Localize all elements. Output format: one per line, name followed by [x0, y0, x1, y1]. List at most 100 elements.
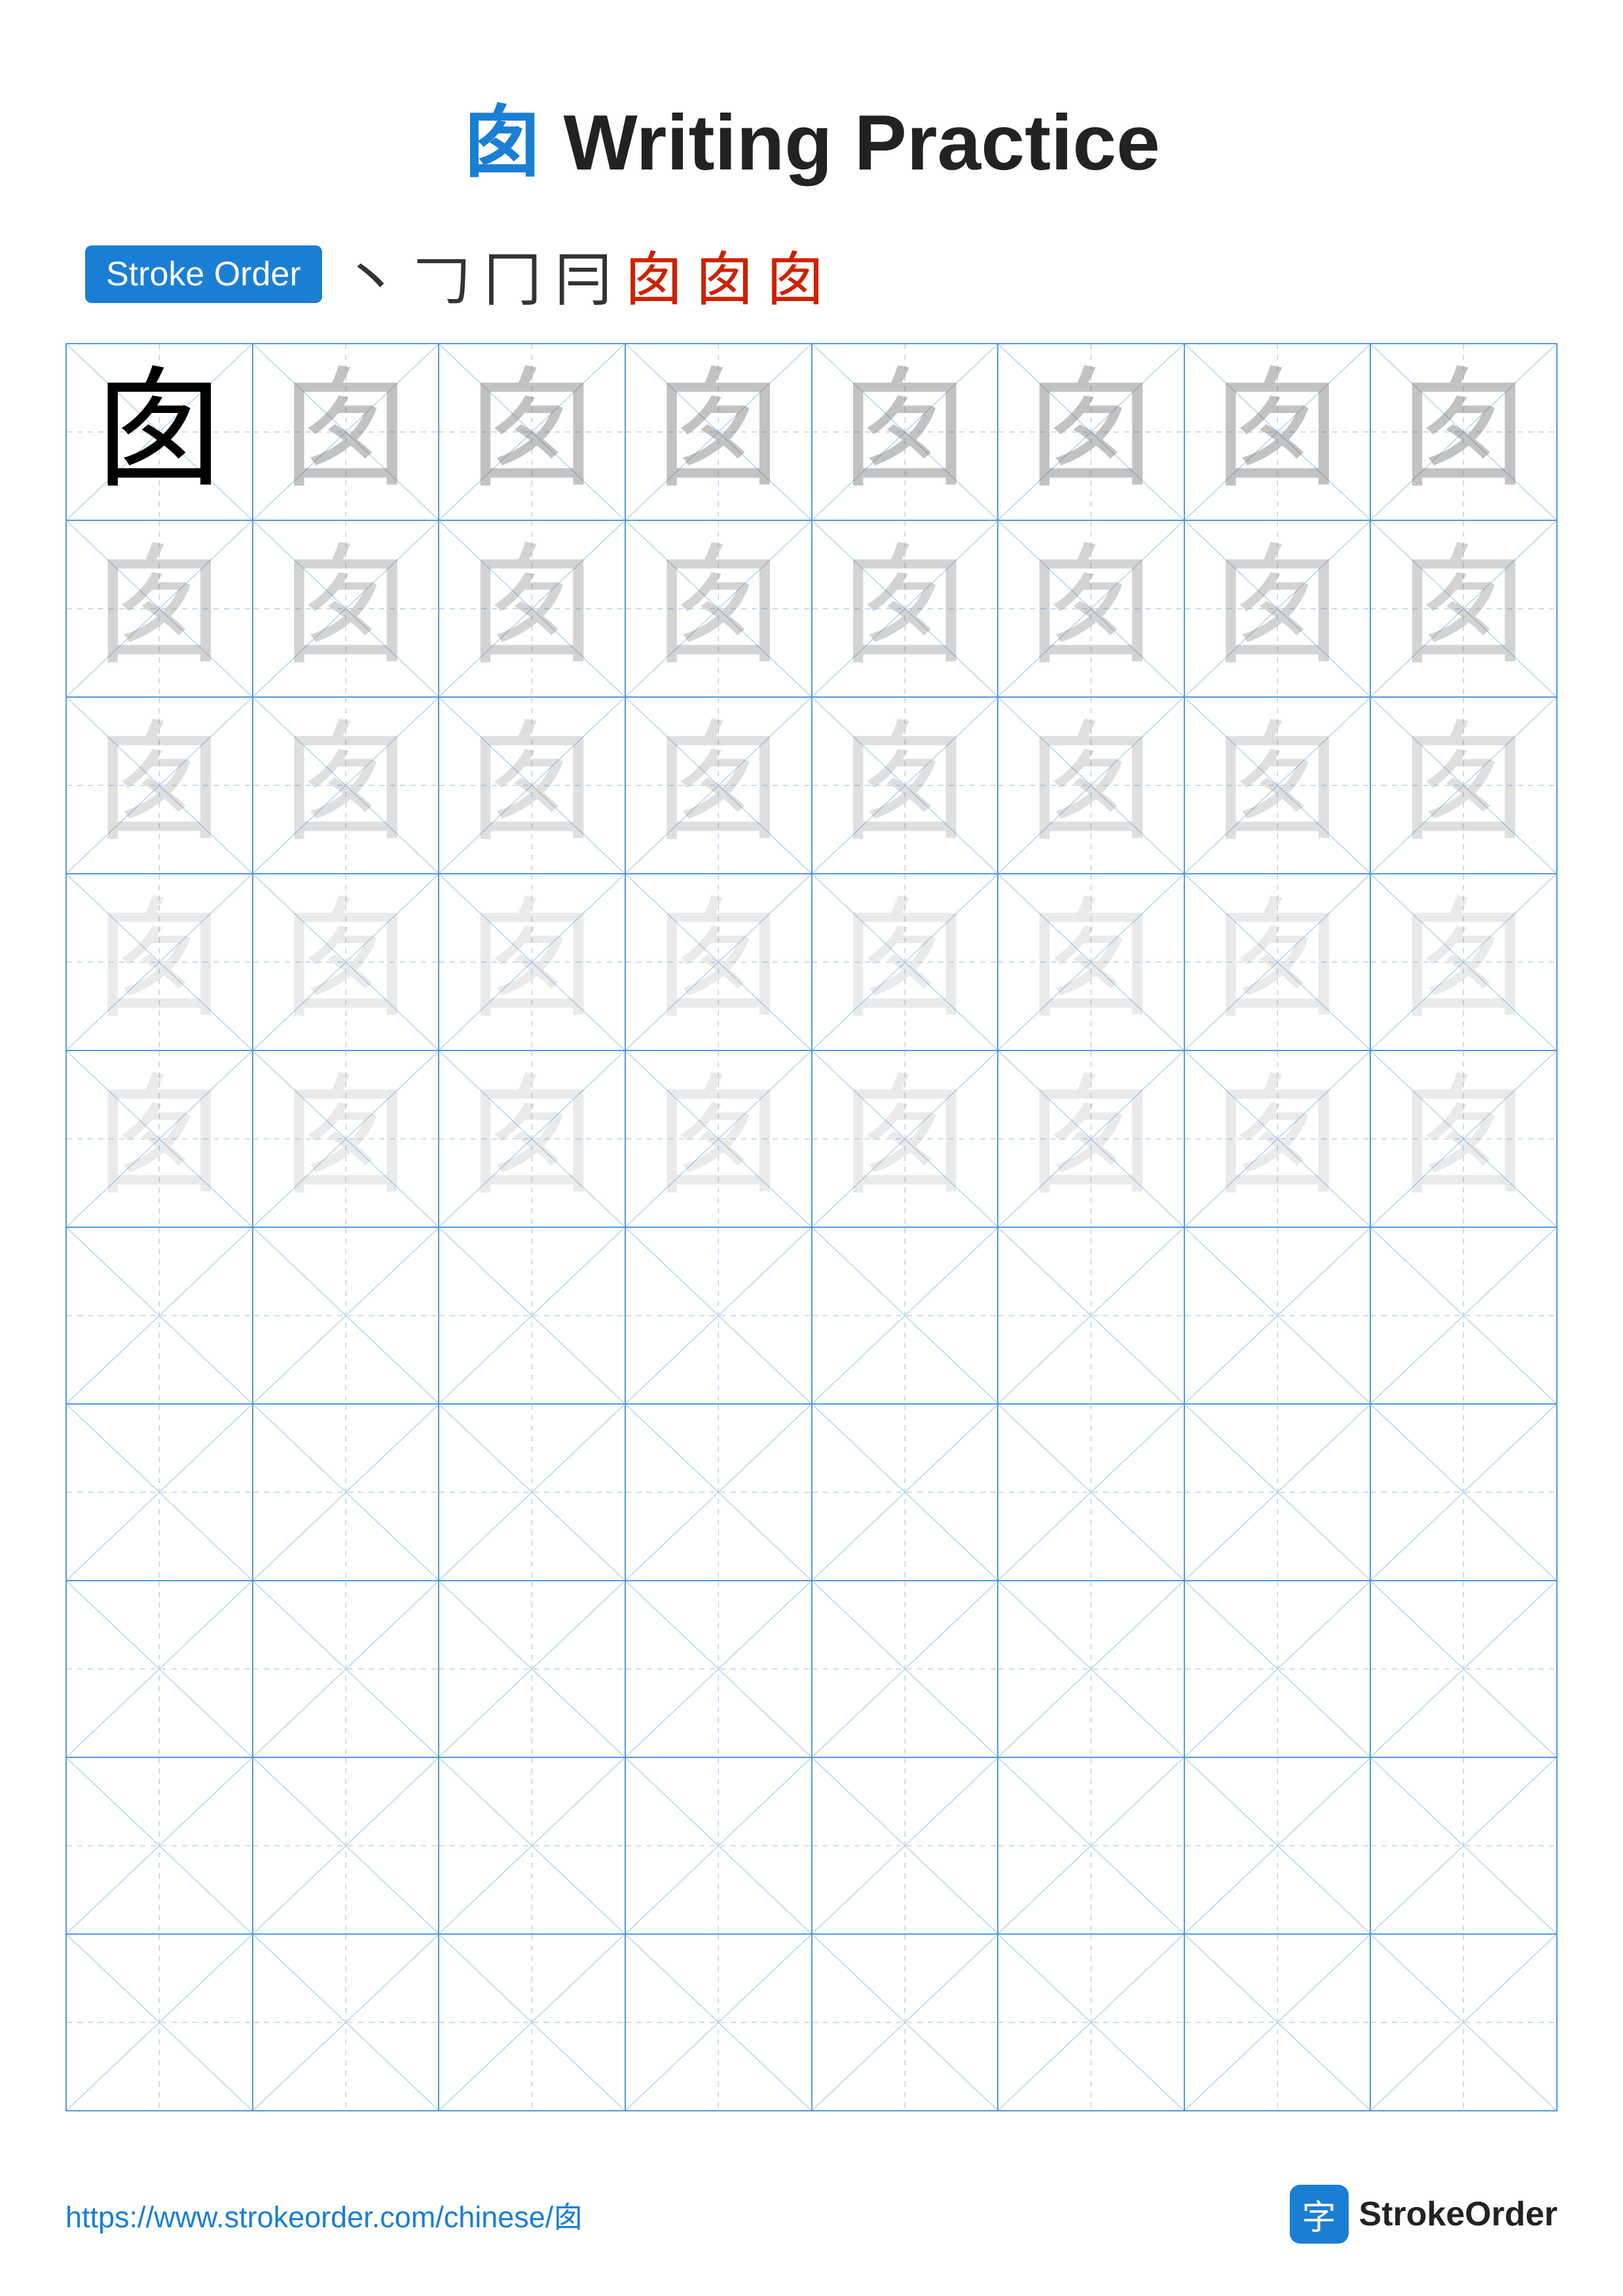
stroke-5: 囱 [625, 232, 684, 317]
grid-cell [1370, 1934, 1557, 2111]
grid-cell: 囱 [1184, 520, 1371, 697]
practice-char: 囱 [839, 1073, 970, 1204]
grid-cell [812, 1757, 998, 1934]
grid-cell: 囱 [625, 697, 812, 874]
grid-cell [439, 1227, 625, 1404]
grid-cell [625, 1404, 812, 1581]
practice-char: 囱 [1212, 720, 1343, 851]
practice-char: 囱 [280, 367, 411, 497]
grid-cell [1370, 1581, 1557, 1757]
grid-cell: 囱 [1370, 520, 1557, 697]
grid-cell [253, 1934, 439, 2111]
grid-cell [1184, 1934, 1371, 2111]
grid-cell: 囱 [439, 520, 625, 697]
practice-char: 囱 [1398, 897, 1529, 1028]
grid-cell [998, 1757, 1184, 1934]
title-text: Writing Practice [563, 99, 1159, 187]
practice-char: 囱 [1212, 543, 1343, 674]
grid-cell: 囱 [812, 520, 998, 697]
practice-char: 囱 [1025, 897, 1156, 1028]
grid-cell [1184, 1404, 1371, 1581]
stroke-3: 冂 [483, 232, 542, 317]
stroke-order-row: Stroke Order 丶 𠃌 冂 冃 囱 囱 囱 [85, 232, 1558, 317]
grid-cell [253, 1404, 439, 1581]
grid-cell: 囱 [625, 1050, 812, 1227]
grid-cell [998, 1934, 1184, 2111]
practice-char: 囱 [467, 897, 598, 1028]
stroke-1: 丶 [342, 232, 401, 317]
page-title: 囱 Writing Practice [65, 79, 1558, 192]
practice-char: 囱 [94, 897, 225, 1028]
grid-cell [1184, 1757, 1371, 1934]
grid-cell [812, 1934, 998, 2111]
grid-cell: 囱 [1370, 344, 1557, 520]
grid-cell [1370, 1404, 1557, 1581]
practice-char: 囱 [1212, 367, 1343, 497]
grid-cell [812, 1227, 998, 1404]
grid-cell: 囱 [998, 344, 1184, 520]
page: 囱 Writing Practice Stroke Order 丶 𠃌 冂 冃 … [0, 0, 1623, 2296]
grid-cell: 囱 [439, 344, 625, 520]
practice-char: 囱 [653, 720, 784, 851]
grid-cell [253, 1757, 439, 1934]
grid-cell: 囱 [1184, 344, 1371, 520]
grid-cell [66, 1757, 253, 1934]
practice-char: 囱 [1398, 543, 1529, 674]
practice-char: 囱 [467, 367, 598, 497]
grid-cell: 囱 [439, 697, 625, 874]
grid-cell: 囱 [253, 874, 439, 1050]
grid-cell [998, 1581, 1184, 1757]
grid-cell [625, 1934, 812, 2111]
grid-cell: 囱 [998, 1050, 1184, 1227]
grid-cell: 囱 [1184, 874, 1371, 1050]
grid-cell [253, 1227, 439, 1404]
grid-cell: 囱 [625, 344, 812, 520]
grid-cell: 囱 [998, 520, 1184, 697]
grid-cell: 囱 [1370, 1050, 1557, 1227]
grid-cell: 囱 [66, 1050, 253, 1227]
grid-cell [998, 1227, 1184, 1404]
grid-cell: 囱 [812, 1050, 998, 1227]
practice-char: 囱 [839, 543, 970, 674]
grid-cell: 囱 [66, 344, 253, 520]
footer-logo: 字 StrokeOrder [1290, 2185, 1558, 2244]
grid-cell: 囱 [439, 874, 625, 1050]
grid-cell: 囱 [66, 874, 253, 1050]
grid-cell [812, 1404, 998, 1581]
grid-cell [66, 1934, 253, 2111]
grid-cell [1370, 1227, 1557, 1404]
grid-cell: 囱 [1370, 874, 1557, 1050]
grid-cell [253, 1581, 439, 1757]
stroke-4: 冃 [554, 232, 613, 317]
grid-cell [66, 1404, 253, 1581]
footer-logo-text: StrokeOrder [1359, 2195, 1558, 2234]
grid-cell [812, 1581, 998, 1757]
grid-cell: 囱 [812, 697, 998, 874]
grid-cell [439, 1404, 625, 1581]
grid-cell: 囱 [812, 874, 998, 1050]
title-char: 囱 [463, 99, 541, 187]
practice-char: 囱 [280, 543, 411, 674]
grid-cell [1184, 1581, 1371, 1757]
grid-cell [66, 1581, 253, 1757]
grid-cell [998, 1404, 1184, 1581]
practice-char: 囱 [94, 720, 225, 851]
grid-cell: 囱 [998, 874, 1184, 1050]
grid-cell [1370, 1757, 1557, 1934]
practice-char: 囱 [1398, 1073, 1529, 1204]
grid-cell [66, 1227, 253, 1404]
practice-char: 囱 [1025, 367, 1156, 497]
grid-cell: 囱 [253, 520, 439, 697]
practice-char: 囱 [839, 367, 970, 497]
grid-cell: 囱 [1184, 1050, 1371, 1227]
footer: https://www.strokeorder.com/chinese/囱 字 … [65, 2185, 1558, 2244]
grid-cell [625, 1757, 812, 1934]
grid-cell [439, 1581, 625, 1757]
practice-char: 囱 [467, 1073, 598, 1204]
grid-cell: 囱 [625, 520, 812, 697]
grid-cell: 囱 [253, 697, 439, 874]
grid-cell: 囱 [812, 344, 998, 520]
practice-table: 囱囱囱囱囱囱囱囱囱囱囱囱囱囱囱囱囱囱囱囱囱囱囱囱囱囱囱囱囱囱囱囱囱囱囱囱囱囱囱囱 [65, 343, 1558, 2111]
grid-cell: 囱 [1370, 697, 1557, 874]
practice-char: 囱 [467, 720, 598, 851]
